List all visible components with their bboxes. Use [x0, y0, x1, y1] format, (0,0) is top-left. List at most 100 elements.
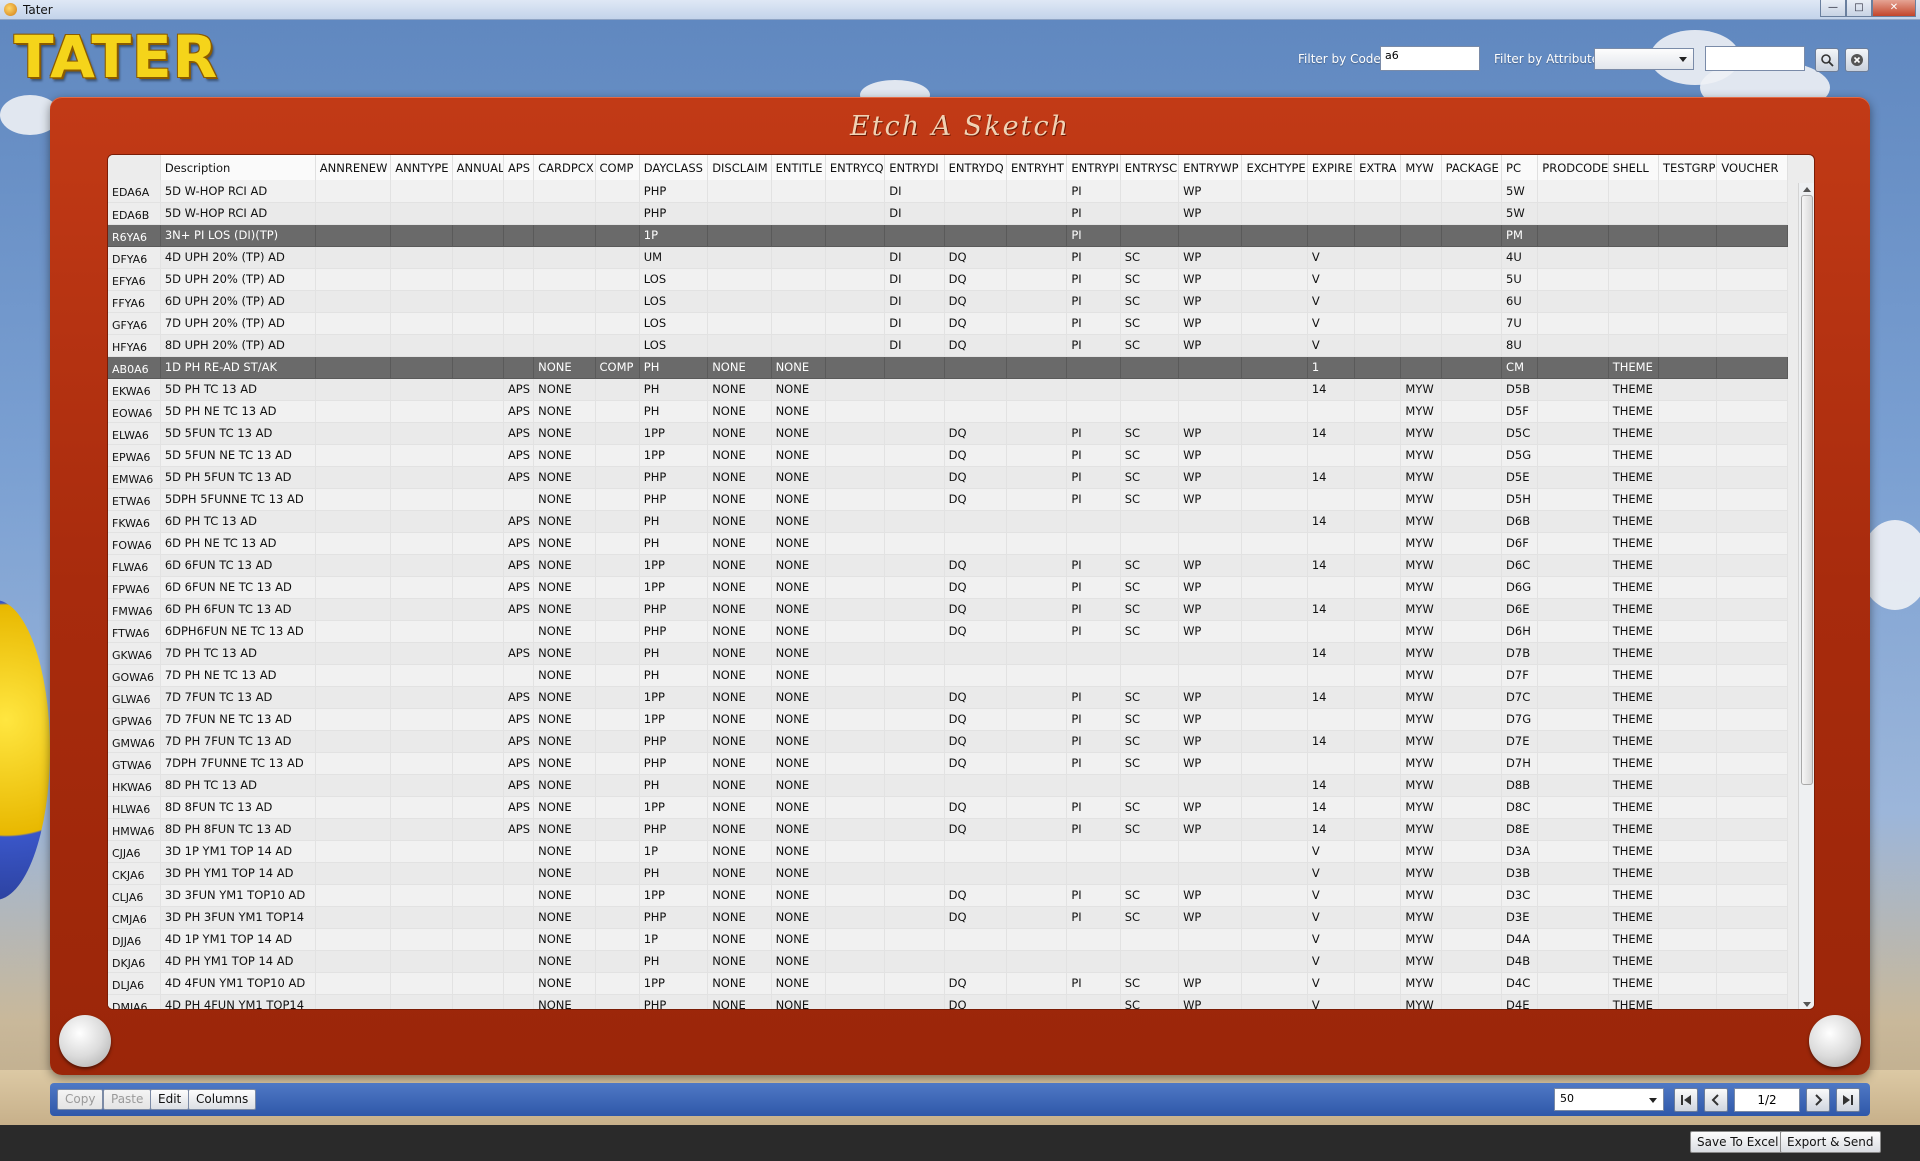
table-cell[interactable] [1537, 224, 1609, 247]
table-cell[interactable] [884, 708, 945, 731]
table-row[interactable]: GPWA6 7D 7FUN NE TC 13 AD APS NONE 1PP NONE NO… [108, 708, 1788, 731]
table-cell[interactable]: MYW [1400, 554, 1442, 577]
table-cell[interactable] [1241, 246, 1308, 269]
column-header[interactable]: EXTRA [1354, 155, 1402, 180]
table-cell[interactable] [944, 840, 1008, 863]
table-cell[interactable] [1241, 642, 1308, 665]
table-cell[interactable] [595, 422, 640, 445]
table-cell[interactable]: NONE [771, 554, 826, 577]
search-button[interactable] [1815, 48, 1839, 72]
table-cell[interactable] [1120, 950, 1180, 973]
table-cell[interactable] [1716, 862, 1788, 885]
table-cell[interactable]: APS [503, 774, 535, 797]
table-cell[interactable] [1354, 906, 1402, 929]
table-cell[interactable] [1608, 224, 1660, 247]
row-code-cell[interactable]: DMJA6 [108, 994, 161, 1009]
table-cell[interactable] [315, 444, 392, 467]
table-cell[interactable]: 7U [1501, 312, 1539, 335]
table-cell[interactable] [825, 818, 886, 841]
table-cell[interactable]: NONE [707, 576, 772, 599]
table-cell[interactable]: SC [1120, 246, 1180, 269]
table-cell[interactable]: 14 [1307, 554, 1356, 577]
table-cell[interactable]: SC [1120, 906, 1180, 929]
table-cell[interactable]: APS [503, 466, 535, 489]
table-cell[interactable] [452, 928, 504, 951]
table-cell[interactable]: THEME [1608, 444, 1660, 467]
table-cell[interactable]: V [1307, 950, 1356, 973]
table-cell[interactable] [1006, 378, 1068, 401]
table-cell[interactable]: NONE [533, 884, 596, 907]
table-cell[interactable] [390, 950, 453, 973]
table-cell[interactable]: PI [1066, 224, 1121, 247]
table-cell[interactable]: 6DPH6FUN NE TC 13 AD [160, 620, 316, 643]
table-cell[interactable] [1307, 444, 1356, 467]
table-cell[interactable] [1066, 950, 1121, 973]
table-cell[interactable] [1658, 994, 1718, 1009]
table-cell[interactable] [315, 268, 392, 291]
table-cell[interactable]: PH [639, 950, 709, 973]
scroll-down-icon[interactable] [1803, 1002, 1811, 1007]
row-code-cell[interactable]: FKWA6 [108, 510, 161, 533]
table-cell[interactable]: 3D PH 3FUN YM1 TOP14 [160, 906, 316, 929]
table-cell[interactable] [1441, 444, 1503, 467]
table-cell[interactable] [1537, 378, 1609, 401]
table-cell[interactable] [825, 598, 886, 621]
table-cell[interactable] [1658, 818, 1718, 841]
table-cell[interactable]: DQ [944, 444, 1008, 467]
table-cell[interactable] [1178, 400, 1243, 423]
table-row[interactable]: HKWA6 8D PH TC 13 AD APS NONE PH NONE NONE 14 MY… [108, 774, 1788, 797]
table-cell[interactable] [944, 928, 1008, 951]
table-cell[interactable] [1441, 334, 1503, 357]
table-cell[interactable]: WP [1178, 730, 1243, 753]
row-code-cell[interactable]: CKJA6 [108, 862, 161, 885]
table-cell[interactable] [315, 862, 392, 885]
table-cell[interactable] [390, 202, 453, 225]
table-cell[interactable]: 14 [1307, 378, 1356, 401]
table-row[interactable]: DFYA6 4D UPH 20% (TP) AD UM DI DQ PI SC WP V 4U [108, 246, 1788, 269]
table-row[interactable]: ELWA6 5D 5FUN TC 13 AD APS NONE 1PP NONE NONE D… [108, 422, 1788, 445]
table-cell[interactable]: D5E [1501, 466, 1539, 489]
table-cell[interactable]: MYW [1400, 444, 1442, 467]
column-header[interactable]: ENTRYPI [1066, 155, 1121, 180]
table-cell[interactable] [1354, 796, 1402, 819]
table-cell[interactable] [1241, 334, 1308, 357]
table-cell[interactable]: PM [1501, 224, 1539, 247]
row-code-cell[interactable]: ELWA6 [108, 422, 161, 445]
table-cell[interactable] [1537, 400, 1609, 423]
table-cell[interactable]: 1PP [639, 576, 709, 599]
table-cell[interactable]: NONE [533, 598, 596, 621]
next-page-button[interactable] [1806, 1088, 1830, 1112]
table-cell[interactable] [1066, 356, 1121, 379]
table-cell[interactable] [315, 356, 392, 379]
table-cell[interactable] [1537, 356, 1609, 379]
table-cell[interactable] [1441, 510, 1503, 533]
table-cell[interactable] [1716, 554, 1788, 577]
table-cell[interactable] [452, 246, 504, 269]
filter-attribute-text-input[interactable] [1705, 46, 1805, 71]
table-cell[interactable] [315, 180, 392, 203]
table-cell[interactable] [1354, 686, 1402, 709]
table-cell[interactable] [390, 422, 453, 445]
table-cell[interactable]: THEME [1608, 950, 1660, 973]
table-cell[interactable]: APS [503, 708, 535, 731]
table-cell[interactable]: 4D 1P YM1 TOP 14 AD [160, 928, 316, 951]
table-cell[interactable] [825, 884, 886, 907]
table-cell[interactable] [884, 730, 945, 753]
table-cell[interactable] [1241, 884, 1308, 907]
table-cell[interactable] [1307, 488, 1356, 511]
table-cell[interactable] [1241, 224, 1308, 247]
table-cell[interactable]: 1P [639, 224, 709, 247]
table-cell[interactable]: NONE [707, 994, 772, 1009]
table-cell[interactable] [1354, 950, 1402, 973]
table-cell[interactable]: PI [1066, 422, 1121, 445]
table-cell[interactable] [315, 730, 392, 753]
table-cell[interactable]: DQ [944, 334, 1008, 357]
table-cell[interactable] [595, 840, 640, 863]
table-cell[interactable]: NONE [707, 378, 772, 401]
table-row[interactable]: GOWA6 7D PH NE TC 13 AD NONE PH NONE NONE MYW D… [108, 664, 1788, 687]
table-cell[interactable] [1658, 400, 1718, 423]
table-cell[interactable]: NONE [707, 950, 772, 973]
table-cell[interactable] [1658, 488, 1718, 511]
table-row[interactable]: EFYA6 5D UPH 20% (TP) AD LOS DI DQ PI SC WP V 5U [108, 268, 1788, 291]
table-cell[interactable]: APS [503, 554, 535, 577]
